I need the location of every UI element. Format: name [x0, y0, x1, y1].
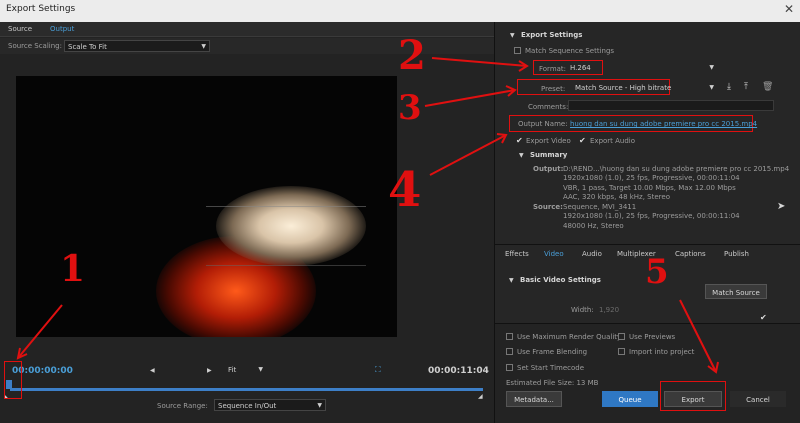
annotation-arrow: [679, 299, 717, 373]
annotation-arrow: [429, 134, 507, 176]
annotation-arrow: [424, 89, 516, 107]
mouse-cursor-icon: ➤: [777, 201, 786, 212]
annotation-arrow: [431, 57, 528, 67]
annotation-arrows: [16, 57, 719, 374]
annotation-arrow: [17, 304, 63, 359]
